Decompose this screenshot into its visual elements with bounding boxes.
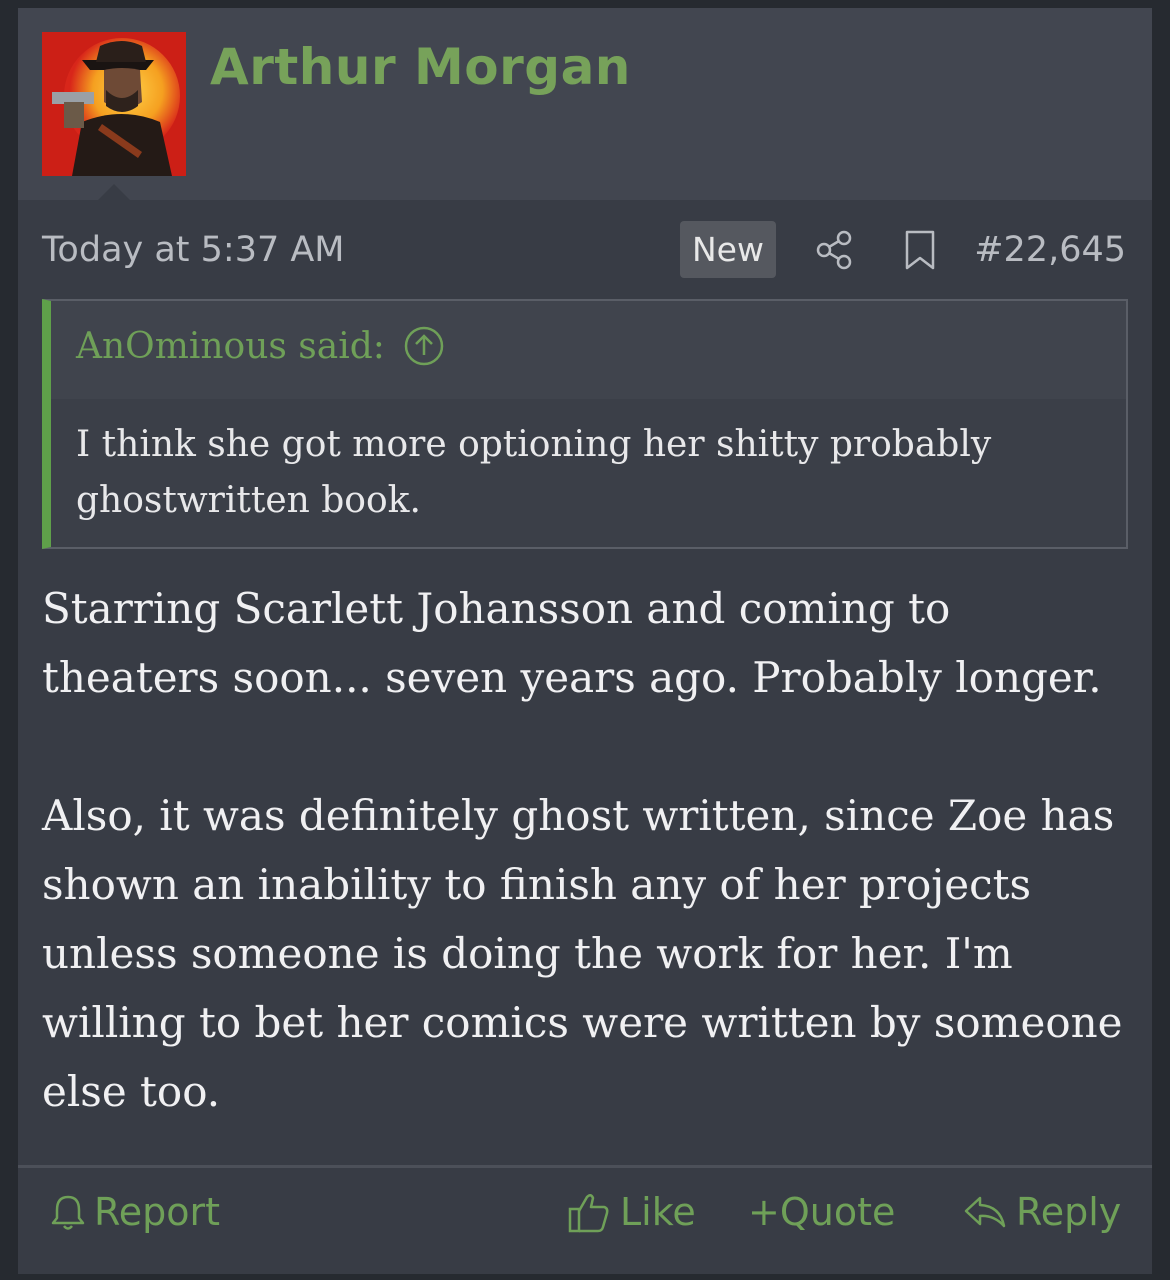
quote-text: I think she got more optioning her shitt… bbox=[76, 424, 992, 521]
avatar[interactable] bbox=[42, 32, 186, 176]
reply-icon bbox=[964, 1196, 1006, 1228]
like-button[interactable]: Like bbox=[566, 1184, 696, 1240]
quote-button[interactable]: +Quote bbox=[748, 1184, 895, 1240]
thumbs-up-icon bbox=[568, 1194, 609, 1233]
post-container: Arthur Morgan Today at 5:37 AM New #22,6… bbox=[18, 8, 1152, 1274]
reply-button[interactable]: Reply bbox=[962, 1184, 1121, 1240]
post-date[interactable]: Today at 5:37 AM bbox=[42, 230, 345, 270]
report-button[interactable]: Report bbox=[50, 1184, 220, 1240]
arrow-up-circle-icon[interactable] bbox=[403, 325, 445, 367]
quote-author[interactable]: AnOminous said: bbox=[76, 325, 445, 367]
body-paragraph: Also, it was definitely ghost written, s… bbox=[42, 791, 1123, 1116]
avatar-pointer bbox=[98, 184, 130, 200]
quote-author-label: AnOminous said: bbox=[76, 325, 385, 367]
reply-label: Reply bbox=[1016, 1190, 1122, 1234]
body-paragraph: Starring Scarlett Johansson and coming t… bbox=[42, 584, 1102, 702]
author-name[interactable]: Arthur Morgan bbox=[210, 38, 631, 96]
actions-divider bbox=[18, 1165, 1152, 1168]
bell-icon bbox=[51, 1195, 85, 1230]
quote-block: AnOminous said: I think she got more opt… bbox=[42, 299, 1128, 549]
new-badge: New bbox=[680, 221, 776, 278]
share-icon[interactable] bbox=[814, 228, 854, 272]
quote-label: +Quote bbox=[748, 1190, 896, 1234]
bookmark-icon[interactable] bbox=[902, 228, 938, 272]
like-label: Like bbox=[620, 1190, 696, 1234]
post-body: Starring Scarlett Johansson and coming t… bbox=[42, 574, 1132, 1195]
post-header: Arthur Morgan bbox=[18, 8, 1152, 200]
post-number[interactable]: #22,645 bbox=[974, 230, 1126, 270]
quote-header: AnOminous said: bbox=[51, 301, 1126, 399]
report-label: Report bbox=[94, 1190, 220, 1234]
